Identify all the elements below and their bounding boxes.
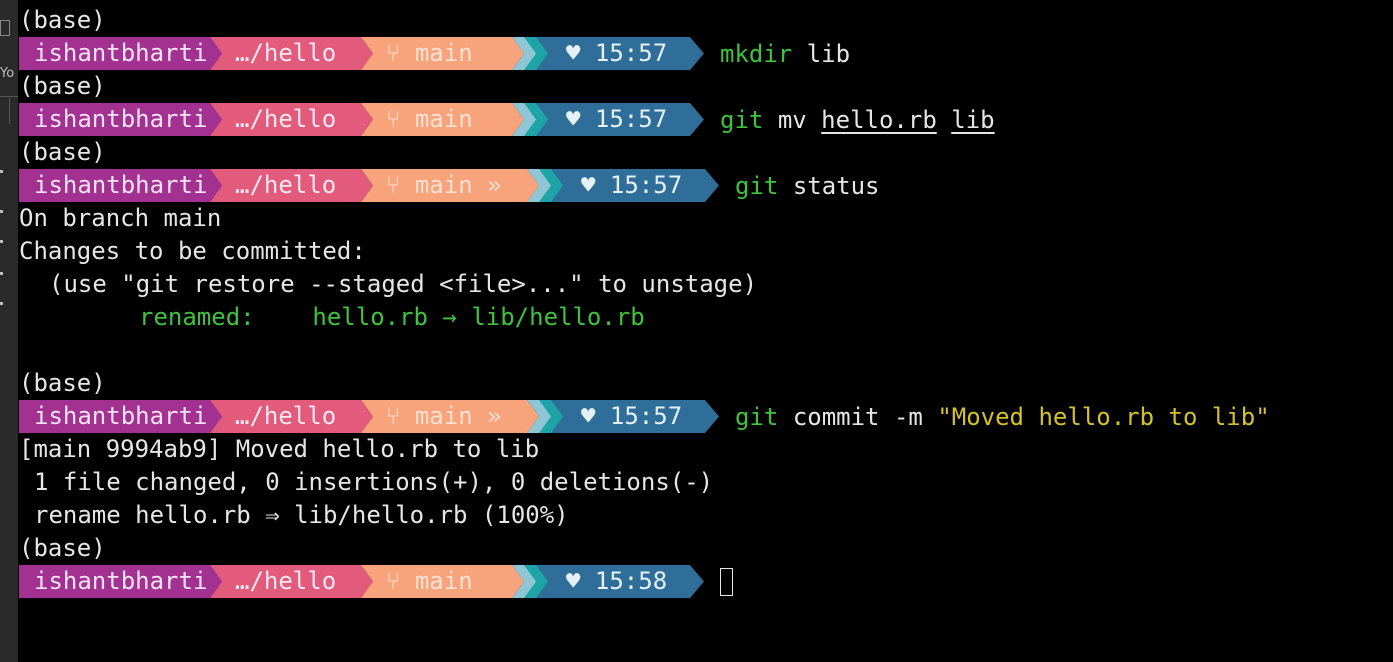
conda-env-label: (base) bbox=[19, 534, 106, 562]
prompt-time: 15:57 bbox=[609, 171, 683, 199]
heart-icon: ♥ bbox=[566, 39, 581, 67]
panel-tick bbox=[0, 210, 3, 213]
panel-tick bbox=[0, 272, 3, 275]
heart-icon: ♥ bbox=[566, 105, 581, 133]
prompt-path: …/hello bbox=[210, 103, 373, 136]
terminal-cursor[interactable] bbox=[720, 567, 733, 596]
output-line: Changes to be committed: bbox=[19, 237, 366, 265]
output-line: rename hello.rb ⇒ lib/hello.rb (100%) bbox=[34, 501, 569, 529]
panel-tick bbox=[0, 170, 3, 173]
git-branch-icon: ⑂ bbox=[386, 39, 401, 67]
prompt-branch: main bbox=[414, 105, 473, 133]
terminal-output[interactable]: (base) ishantbharti …/hello ⑂ main ♥ 15:… bbox=[19, 4, 1393, 598]
conda-env-label: (base) bbox=[19, 369, 106, 397]
command-name: git bbox=[720, 105, 764, 134]
prompt-time: 15:57 bbox=[609, 402, 683, 430]
left-panel-strip: Yo bbox=[0, 0, 18, 662]
output-line: On branch main bbox=[19, 204, 222, 232]
prompt-path: …/hello bbox=[210, 400, 373, 433]
prompt-path: …/hello bbox=[210, 565, 373, 598]
conda-env-label: (base) bbox=[19, 72, 106, 100]
prompt-user: ishantbharti bbox=[19, 169, 222, 202]
command-arg-path[interactable]: lib bbox=[951, 106, 994, 134]
prompt-branch: main bbox=[414, 171, 473, 199]
command: git mv hello.rb lib bbox=[720, 106, 995, 134]
command: git commit -m "Moved hello.rb to lib" bbox=[735, 403, 1270, 431]
conda-env-label: (base) bbox=[19, 138, 106, 166]
prompt-time: 15:57 bbox=[594, 39, 668, 67]
renamed-value: hello.rb → lib/hello.rb bbox=[312, 303, 645, 331]
command: git status bbox=[735, 172, 880, 200]
command-args: status bbox=[792, 171, 880, 200]
command-subcommand: mv bbox=[777, 105, 807, 134]
renamed-label: renamed: bbox=[139, 303, 255, 331]
prompt-line: ishantbharti …/hello ⑂ main » ♥ 15:57 gi… bbox=[19, 169, 1393, 202]
command-name: git bbox=[735, 402, 779, 431]
prompt-time: 15:57 bbox=[594, 105, 668, 133]
git-ahead-indicator: » bbox=[487, 402, 502, 430]
prompt-git: ⑂ main bbox=[361, 565, 524, 598]
git-branch-icon: ⑂ bbox=[386, 567, 401, 595]
prompt-path: …/hello bbox=[210, 37, 373, 70]
output-line: [main 9994ab9] Moved hello.rb to lib bbox=[19, 435, 540, 463]
output-blank-line bbox=[19, 334, 1393, 367]
output-line-renamed: renamed: hello.rb → lib/hello.rb bbox=[19, 301, 1393, 334]
git-branch-icon: ⑂ bbox=[386, 402, 401, 430]
prompt-time-segment: ♥ 15:57 bbox=[551, 169, 719, 202]
prompt-user: ishantbharti bbox=[19, 565, 222, 598]
prompt-line: ishantbharti …/hello ⑂ main ♥ 15:57 mkdi… bbox=[19, 37, 1393, 70]
prompt-git: ⑂ main bbox=[361, 37, 524, 70]
command-args: commit -m bbox=[792, 402, 923, 431]
command: mkdir lib bbox=[720, 40, 850, 68]
command-name: git bbox=[735, 171, 779, 200]
command-name: mkdir bbox=[720, 39, 793, 68]
panel-label-fragment: Yo bbox=[0, 66, 15, 81]
prompt-line: ishantbharti …/hello ⑂ main ♥ 15:57 git … bbox=[19, 103, 1393, 136]
command-string: "Moved hello.rb to lib" bbox=[937, 402, 1270, 431]
panel-vertical-line bbox=[9, 98, 10, 124]
git-ahead-indicator: » bbox=[487, 171, 502, 199]
git-branch-icon: ⑂ bbox=[386, 171, 401, 199]
prompt-time-segment: ♥ 15:57 bbox=[551, 400, 719, 433]
prompt-git: ⑂ main » bbox=[361, 169, 539, 202]
output-line: (use "git restore --staged <file>..." to… bbox=[49, 270, 758, 298]
panel-tick bbox=[0, 302, 3, 305]
prompt-branch: main bbox=[414, 39, 473, 67]
panel-icon bbox=[0, 20, 10, 36]
prompt-branch: main bbox=[414, 567, 473, 595]
prompt-git: ⑂ main bbox=[361, 103, 524, 136]
output-line: 1 file changed, 0 insertions(+), 0 delet… bbox=[34, 468, 714, 496]
panel-tick bbox=[0, 240, 3, 243]
conda-env-label: (base) bbox=[19, 6, 106, 34]
command-arg-path[interactable]: hello.rb bbox=[821, 106, 937, 134]
heart-icon: ♥ bbox=[566, 567, 581, 595]
prompt-user: ishantbharti bbox=[19, 103, 222, 136]
prompt-git: ⑂ main » bbox=[361, 400, 539, 433]
heart-icon: ♥ bbox=[581, 171, 596, 199]
prompt-user: ishantbharti bbox=[19, 37, 222, 70]
prompt-branch: main bbox=[414, 402, 473, 430]
prompt-line: ishantbharti …/hello ⑂ main ♥ 15:58 bbox=[19, 565, 1393, 598]
prompt-path: …/hello bbox=[210, 169, 373, 202]
prompt-time-segment: ♥ 15:58 bbox=[536, 565, 704, 598]
heart-icon: ♥ bbox=[581, 402, 596, 430]
prompt-line: ishantbharti …/hello ⑂ main » ♥ 15:57 gi… bbox=[19, 400, 1393, 433]
prompt-time-segment: ♥ 15:57 bbox=[536, 37, 704, 70]
panel-divider bbox=[0, 96, 18, 97]
prompt-time: 15:58 bbox=[594, 567, 668, 595]
command-args: lib bbox=[806, 39, 851, 68]
prompt-time-segment: ♥ 15:57 bbox=[536, 103, 704, 136]
prompt-user: ishantbharti bbox=[19, 400, 222, 433]
git-branch-icon: ⑂ bbox=[386, 105, 401, 133]
